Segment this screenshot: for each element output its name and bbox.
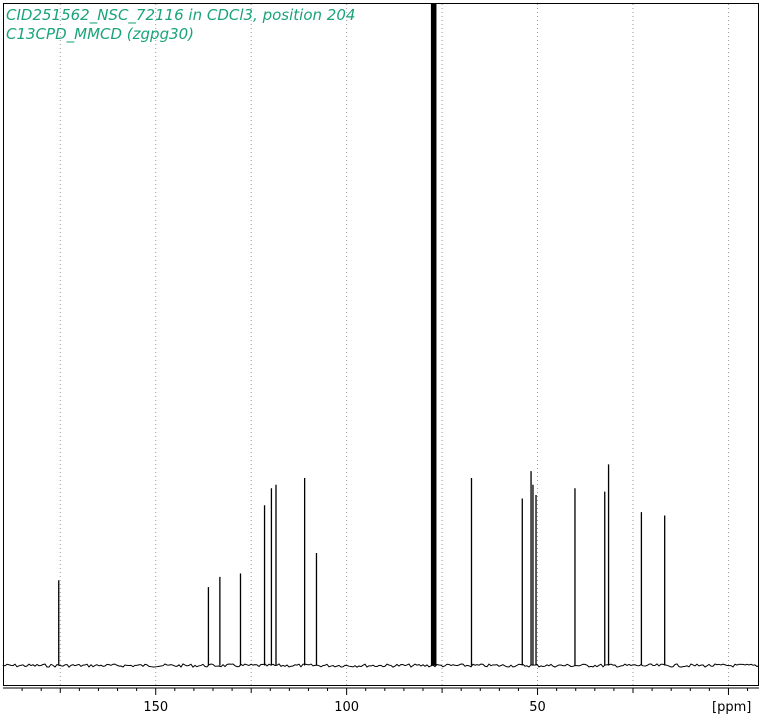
nmr-spectrum-chart: 150 100 50 [ppm] <box>2 4 760 715</box>
x-axis-ticks: 150 100 50 <box>21 688 749 715</box>
x-axis-unit-label: [ppm] <box>712 700 751 715</box>
peak-series <box>58 4 666 666</box>
grid-lines <box>59 4 729 686</box>
spectrum-baseline <box>2 663 760 668</box>
x-tick-label: 50 <box>529 700 546 715</box>
x-tick-label: 100 <box>334 700 359 715</box>
x-tick-label: 150 <box>143 700 168 715</box>
spectrum-title-line-1: CID251562_NSC_72116 in CDCl3, position 2… <box>6 6 356 24</box>
spectrum-title-line-2: C13CPD_MMCD (zgpg30) <box>6 25 195 43</box>
